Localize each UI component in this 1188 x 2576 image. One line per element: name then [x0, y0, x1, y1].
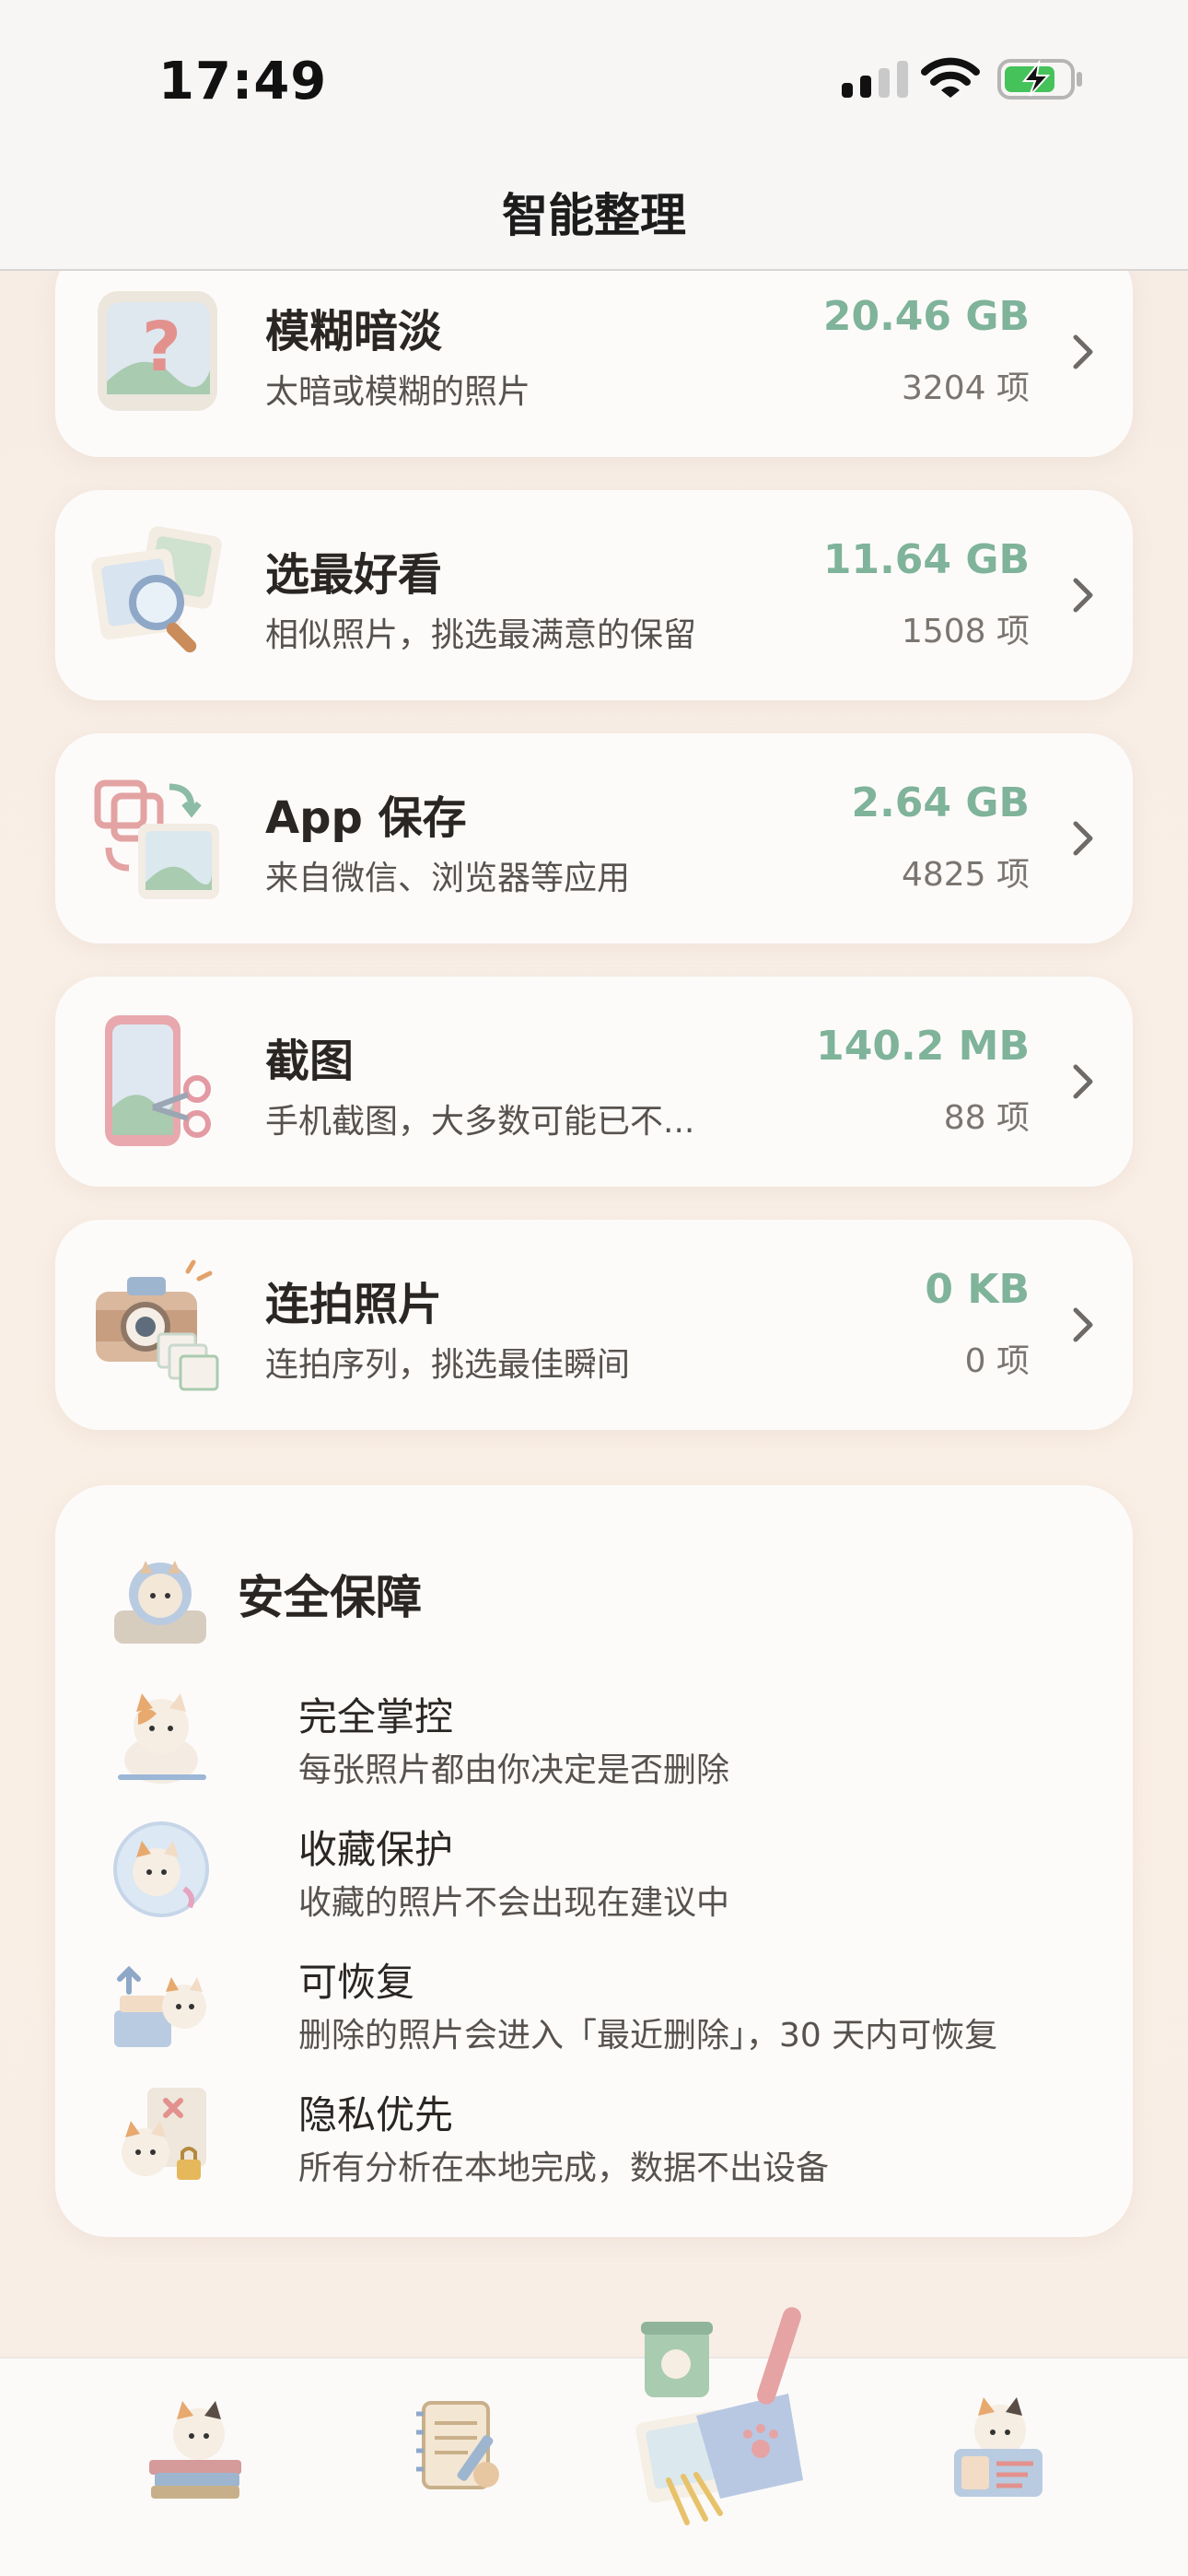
category-card-burst[interactable]: 连拍照片 连拍序列，挑选最佳瞬间 0 KB 0 项: [55, 1220, 1133, 1430]
cat-recover-icon: [114, 1965, 206, 2047]
cat-control-icon: [118, 1693, 206, 1784]
safety-item-subtitle: 收藏的照片不会出现在建议中: [298, 1884, 730, 1922]
svg-text:?: ?: [142, 308, 181, 387]
safety-item-title: 可恢复: [298, 1960, 415, 2005]
safety-item-recoverable: 可恢复 删除的照片会进入「最近删除」，30 天内可恢复: [111, 1951, 1087, 2062]
category-card-screenshots[interactable]: 截图 手机截图，大多数可能已不... 140.2 MB 88 项: [55, 977, 1133, 1187]
category-size: 140.2 MB: [816, 1023, 1030, 1070]
category-card-app-saved[interactable]: App 保存 来自微信、浏览器等应用 2.64 GB 4825 项: [55, 733, 1133, 943]
safety-item-title: 收藏保护: [298, 1827, 454, 1872]
category-card-best[interactable]: 选最好看 相似照片，挑选最满意的保留 11.64 GB 1508 项: [55, 490, 1133, 700]
category-title: 模糊暗淡: [265, 306, 443, 357]
chevron-right-icon: [1073, 334, 1093, 369]
cat-privacy-icon: [122, 2088, 206, 2180]
safety-title: 安全保障: [238, 1571, 422, 1624]
category-title: 选最好看: [265, 549, 443, 601]
chevron-right-icon: [1073, 1064, 1093, 1099]
magnifier-photos-icon: [91, 526, 222, 653]
camera-burst-icon: [96, 1259, 219, 1391]
wifi-icon: [921, 57, 980, 98]
chevron-right-icon: [1073, 821, 1093, 856]
category-size: 20.46 GB: [822, 293, 1030, 340]
cellular-signal-icon: [842, 61, 908, 98]
tab-bar: [0, 2307, 1188, 2576]
app-transfer-icon: [94, 779, 219, 899]
category-size: 0 KB: [925, 1266, 1030, 1313]
dustpan-cleanup-icon[interactable]: [632, 2305, 821, 2526]
cat-bubble-icon: [113, 1821, 209, 1917]
category-count: 88 项: [943, 1099, 1030, 1137]
cat-id-card-icon[interactable]: [949, 2394, 1050, 2500]
question-photo-icon: ?: [98, 291, 217, 411]
category-count: 0 项: [964, 1342, 1030, 1380]
category-size: 11.64 GB: [822, 536, 1030, 583]
category-size: 2.64 GB: [851, 779, 1030, 826]
category-subtitle: 连拍序列，挑选最佳瞬间: [265, 1346, 631, 1384]
phone-scissors-icon: [105, 1015, 211, 1146]
safety-item-control: 完全掌控 每张照片都由你决定是否删除: [111, 1686, 1087, 1797]
cat-books-icon[interactable]: [140, 2392, 250, 2502]
safety-item-subtitle: 每张照片都由你决定是否删除: [298, 1751, 730, 1789]
category-title: 截图: [265, 1036, 355, 1087]
category-subtitle: 手机截图，大多数可能已不...: [265, 1103, 695, 1141]
battery-charging-icon: [997, 59, 1082, 100]
safety-item-title: 隐私优先: [298, 2092, 454, 2137]
category-count: 4825 项: [901, 856, 1030, 894]
status-time: 17:49: [158, 52, 328, 111]
safety-item-privacy: 隐私优先 所有分析在本地完成，数据不出设备: [111, 2084, 1087, 2195]
safety-item-favorites: 收藏保护 收藏的照片不会出现在建议中: [111, 1819, 1087, 1929]
safety-panel: 安全保障 完全掌控 每张照片都由你决定是否删除 收藏保护 收藏的照片不会出现在建…: [55, 1485, 1133, 2237]
chevron-right-icon: [1073, 578, 1093, 613]
category-subtitle: 太暗或模糊的照片: [265, 373, 531, 411]
safety-item-subtitle: 所有分析在本地完成，数据不出设备: [298, 2149, 830, 2187]
cat-astronaut-icon: [114, 1561, 206, 1644]
chevron-right-icon: [1073, 1307, 1093, 1342]
category-card-blurry[interactable]: ? 模糊暗淡 太暗或模糊的照片 20.46 GB 3204 项: [55, 247, 1133, 457]
notebook-pen-icon[interactable]: [413, 2395, 514, 2497]
category-count: 1508 项: [901, 613, 1030, 650]
safety-item-title: 完全掌控: [298, 1694, 454, 1739]
category-title: App 保存: [265, 792, 467, 844]
safety-item-subtitle: 删除的照片会进入「最近删除」，30 天内可恢复: [298, 2017, 998, 2055]
category-title: 连拍照片: [265, 1279, 443, 1330]
header: 17:49 智能整理: [0, 0, 1188, 271]
category-subtitle: 相似照片，挑选最满意的保留: [265, 616, 697, 654]
page-title: 智能整理: [502, 189, 686, 242]
category-count: 3204 项: [901, 369, 1030, 407]
category-subtitle: 来自微信、浏览器等应用: [265, 860, 631, 897]
